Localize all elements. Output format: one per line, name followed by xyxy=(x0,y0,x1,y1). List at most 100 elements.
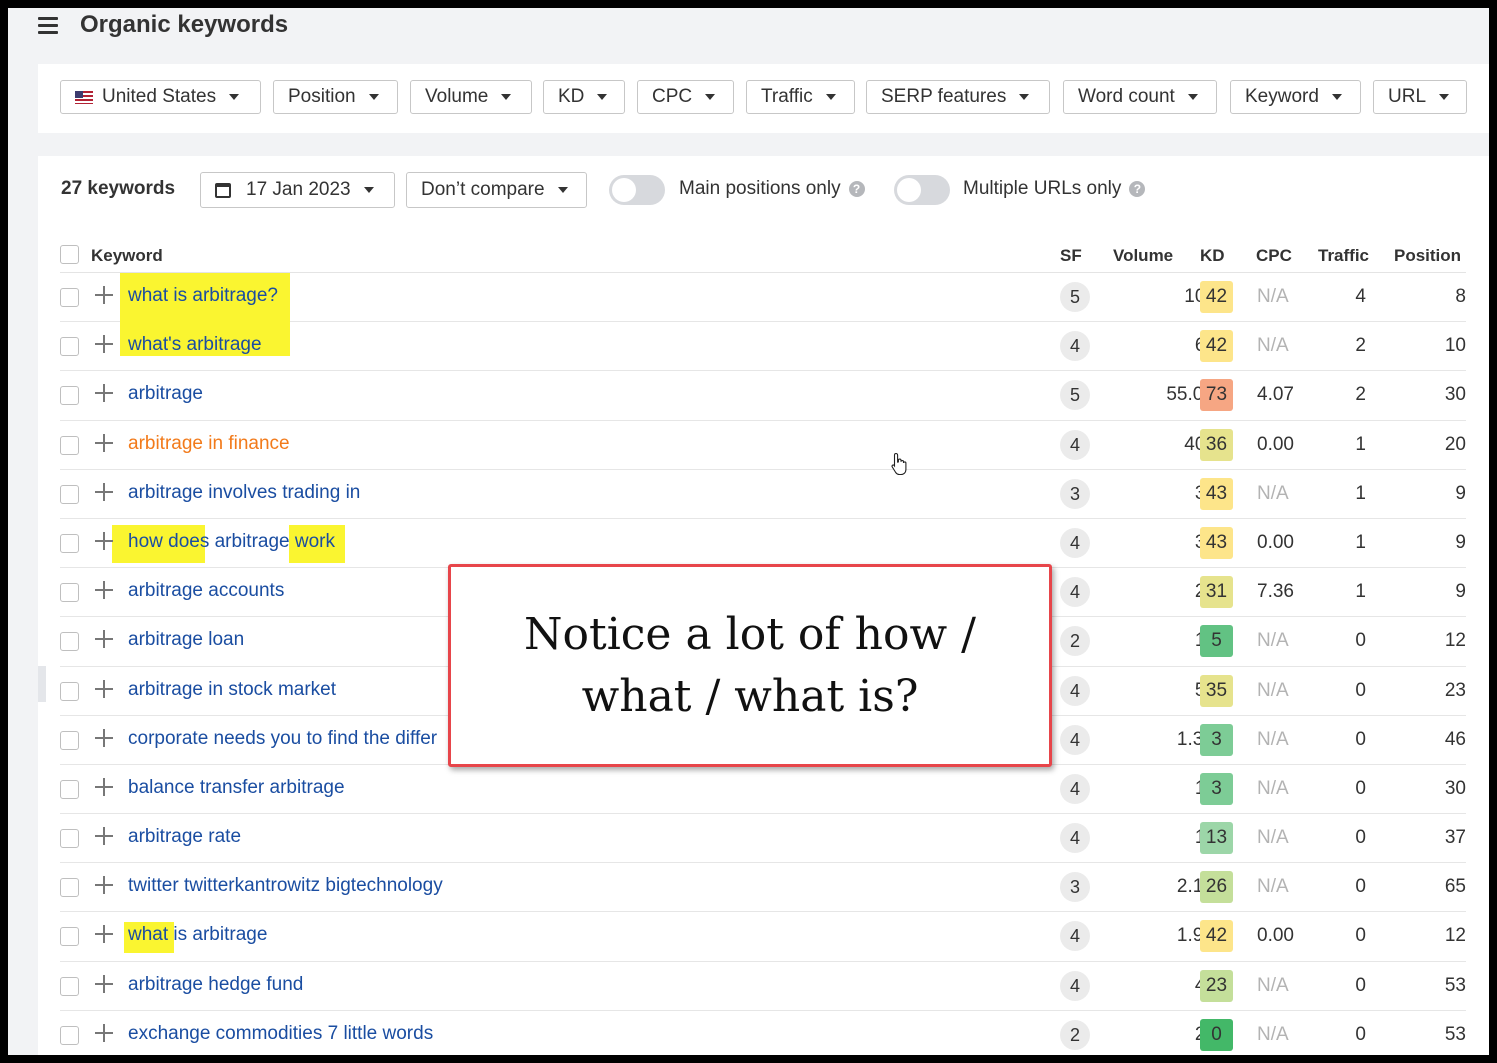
filter-serp-features[interactable]: SERP features xyxy=(866,80,1050,114)
filter-united-states[interactable]: United States xyxy=(60,80,261,114)
row-checkbox[interactable] xyxy=(60,779,79,799)
col-cpc[interactable]: CPC xyxy=(1256,246,1292,266)
keyword-link[interactable]: what is arbitrage? xyxy=(128,285,278,307)
filter-url[interactable]: URL xyxy=(1373,80,1467,114)
cpc-value: 7.36 xyxy=(1257,581,1294,603)
table-row[interactable]: arbitrage involves trading in33043N/A19 xyxy=(60,470,1466,519)
keyword-link[interactable]: arbitrage involves trading in xyxy=(128,482,360,504)
keyword-link[interactable]: arbitrage in finance xyxy=(128,433,290,455)
keyword-link[interactable]: how does arbitrage work xyxy=(128,531,335,553)
compare-dropdown[interactable]: Don’t compare xyxy=(406,172,587,208)
add-icon[interactable] xyxy=(94,531,114,551)
table-row[interactable]: how does arbitrage work430430.0019 xyxy=(60,519,1466,569)
row-checkbox[interactable] xyxy=(60,435,79,455)
add-icon[interactable] xyxy=(94,383,114,403)
keyword-link[interactable]: what's arbitrage xyxy=(128,334,262,356)
filter-cpc[interactable]: CPC xyxy=(637,80,734,114)
col-kd[interactable]: KD xyxy=(1200,246,1225,266)
add-icon[interactable] xyxy=(94,826,114,846)
row-checkbox[interactable] xyxy=(60,533,79,553)
main-positions-toggle[interactable] xyxy=(609,175,665,205)
keyword-link[interactable]: corporate needs you to find the differ xyxy=(128,728,437,750)
calendar-icon xyxy=(215,182,231,198)
filter-label: Volume xyxy=(425,86,489,107)
add-icon[interactable] xyxy=(94,728,114,748)
table-row[interactable]: arbitrage rate41013N/A037 xyxy=(60,814,1466,864)
col-keyword[interactable]: Keyword xyxy=(91,246,163,266)
page-title: Organic keywords xyxy=(80,11,289,38)
col-sf[interactable]: SF xyxy=(1060,246,1082,266)
traffic-value: 1 xyxy=(1355,531,1366,553)
row-checkbox[interactable] xyxy=(60,681,79,701)
add-icon[interactable] xyxy=(94,777,114,797)
add-icon[interactable] xyxy=(94,285,114,305)
table-row[interactable]: arbitrage 5 55.0K 73 4.07 2 30 xyxy=(60,371,1466,421)
keyword-link[interactable]: twitter twitterkantrowitz bigtechnology xyxy=(128,875,443,897)
add-icon[interactable] xyxy=(94,433,114,453)
traffic-value: 0 xyxy=(1355,630,1366,652)
add-icon[interactable] xyxy=(94,629,114,649)
add-icon[interactable] xyxy=(94,1023,114,1043)
add-icon[interactable] xyxy=(94,482,114,502)
add-icon[interactable] xyxy=(94,875,114,895)
filter-label: Word count xyxy=(1078,86,1175,107)
add-icon[interactable] xyxy=(94,334,114,354)
keyword-link[interactable]: arbitrage rate xyxy=(128,826,241,848)
filter-volume[interactable]: Volume xyxy=(410,80,532,114)
table-row[interactable]: balance transfer arbitrage4103N/A030 xyxy=(60,765,1466,815)
date-picker[interactable]: 17 Jan 2023 xyxy=(200,172,395,208)
keyword-link[interactable]: arbitrage hedge fund xyxy=(128,974,303,996)
keyword-link[interactable]: balance transfer arbitrage xyxy=(128,777,345,799)
table-row[interactable]: arbitrage in finance4400360.00120 xyxy=(60,421,1466,470)
filter-position[interactable]: Position xyxy=(273,80,398,114)
row-checkbox[interactable] xyxy=(60,976,79,996)
row-checkbox[interactable] xyxy=(60,730,79,750)
help-icon[interactable]: ? xyxy=(848,180,865,197)
panel-edge xyxy=(38,666,46,702)
filter-word-count[interactable]: Word count xyxy=(1063,80,1217,114)
position-value: 53 xyxy=(1444,974,1466,996)
row-checkbox[interactable] xyxy=(60,288,79,307)
keyword-link[interactable]: arbitrage accounts xyxy=(128,580,284,602)
row-checkbox[interactable] xyxy=(60,1025,79,1045)
filter-traffic[interactable]: Traffic xyxy=(746,80,855,114)
row-checkbox[interactable] xyxy=(60,878,79,898)
position-value: 8 xyxy=(1455,286,1466,307)
chevron-down-icon xyxy=(1331,94,1342,100)
row-checkbox[interactable] xyxy=(60,829,79,849)
keyword-link[interactable]: arbitrage loan xyxy=(128,629,244,651)
row-checkbox[interactable] xyxy=(60,484,79,504)
col-volume[interactable]: Volume xyxy=(1113,246,1173,266)
filter-kd[interactable]: KD xyxy=(543,80,625,114)
row-checkbox[interactable] xyxy=(60,927,79,947)
col-position[interactable]: Position xyxy=(1394,246,1461,266)
cpc-value: N/A xyxy=(1257,974,1289,996)
chevron-down-icon xyxy=(825,94,836,100)
col-traffic[interactable]: Traffic xyxy=(1318,246,1369,266)
table-row[interactable]: twitter twitterkantrowitz bigtechnology 3… xyxy=(60,863,1466,913)
multiple-urls-toggle[interactable] xyxy=(894,175,950,205)
select-all-checkbox[interactable] xyxy=(60,245,79,264)
keyword-link[interactable]: what is arbitrage xyxy=(128,924,267,946)
add-icon[interactable] xyxy=(94,580,114,600)
row-checkbox[interactable] xyxy=(60,337,79,357)
add-icon[interactable] xyxy=(94,924,114,944)
table-row[interactable]: exchange commodities 7 little words2200N… xyxy=(60,1011,1466,1055)
row-checkbox[interactable] xyxy=(60,386,79,406)
kd-badge: 73 xyxy=(1200,379,1233,412)
traffic-value: 0 xyxy=(1355,925,1366,947)
filter-keyword[interactable]: Keyword xyxy=(1230,80,1361,114)
help-icon[interactable]: ? xyxy=(1129,180,1146,197)
menu-icon[interactable] xyxy=(38,17,60,35)
keyword-link[interactable]: arbitrage xyxy=(128,383,203,405)
add-icon[interactable] xyxy=(94,974,114,994)
kd-badge: 31 xyxy=(1200,576,1233,609)
table-row[interactable]: what is arbitrage 4 1.9K 42 0.00 0 12 xyxy=(60,912,1466,962)
table-row[interactable]: what's arbitrage46042N/A210 xyxy=(60,314,1466,372)
add-icon[interactable] xyxy=(94,679,114,699)
row-checkbox[interactable] xyxy=(60,583,79,603)
row-checkbox[interactable] xyxy=(60,632,79,652)
table-row[interactable]: arbitrage hedge fund44023N/A053 xyxy=(60,962,1466,1011)
keyword-link[interactable]: exchange commodities 7 little words xyxy=(128,1023,433,1045)
keyword-link[interactable]: arbitrage in stock market xyxy=(128,679,336,701)
